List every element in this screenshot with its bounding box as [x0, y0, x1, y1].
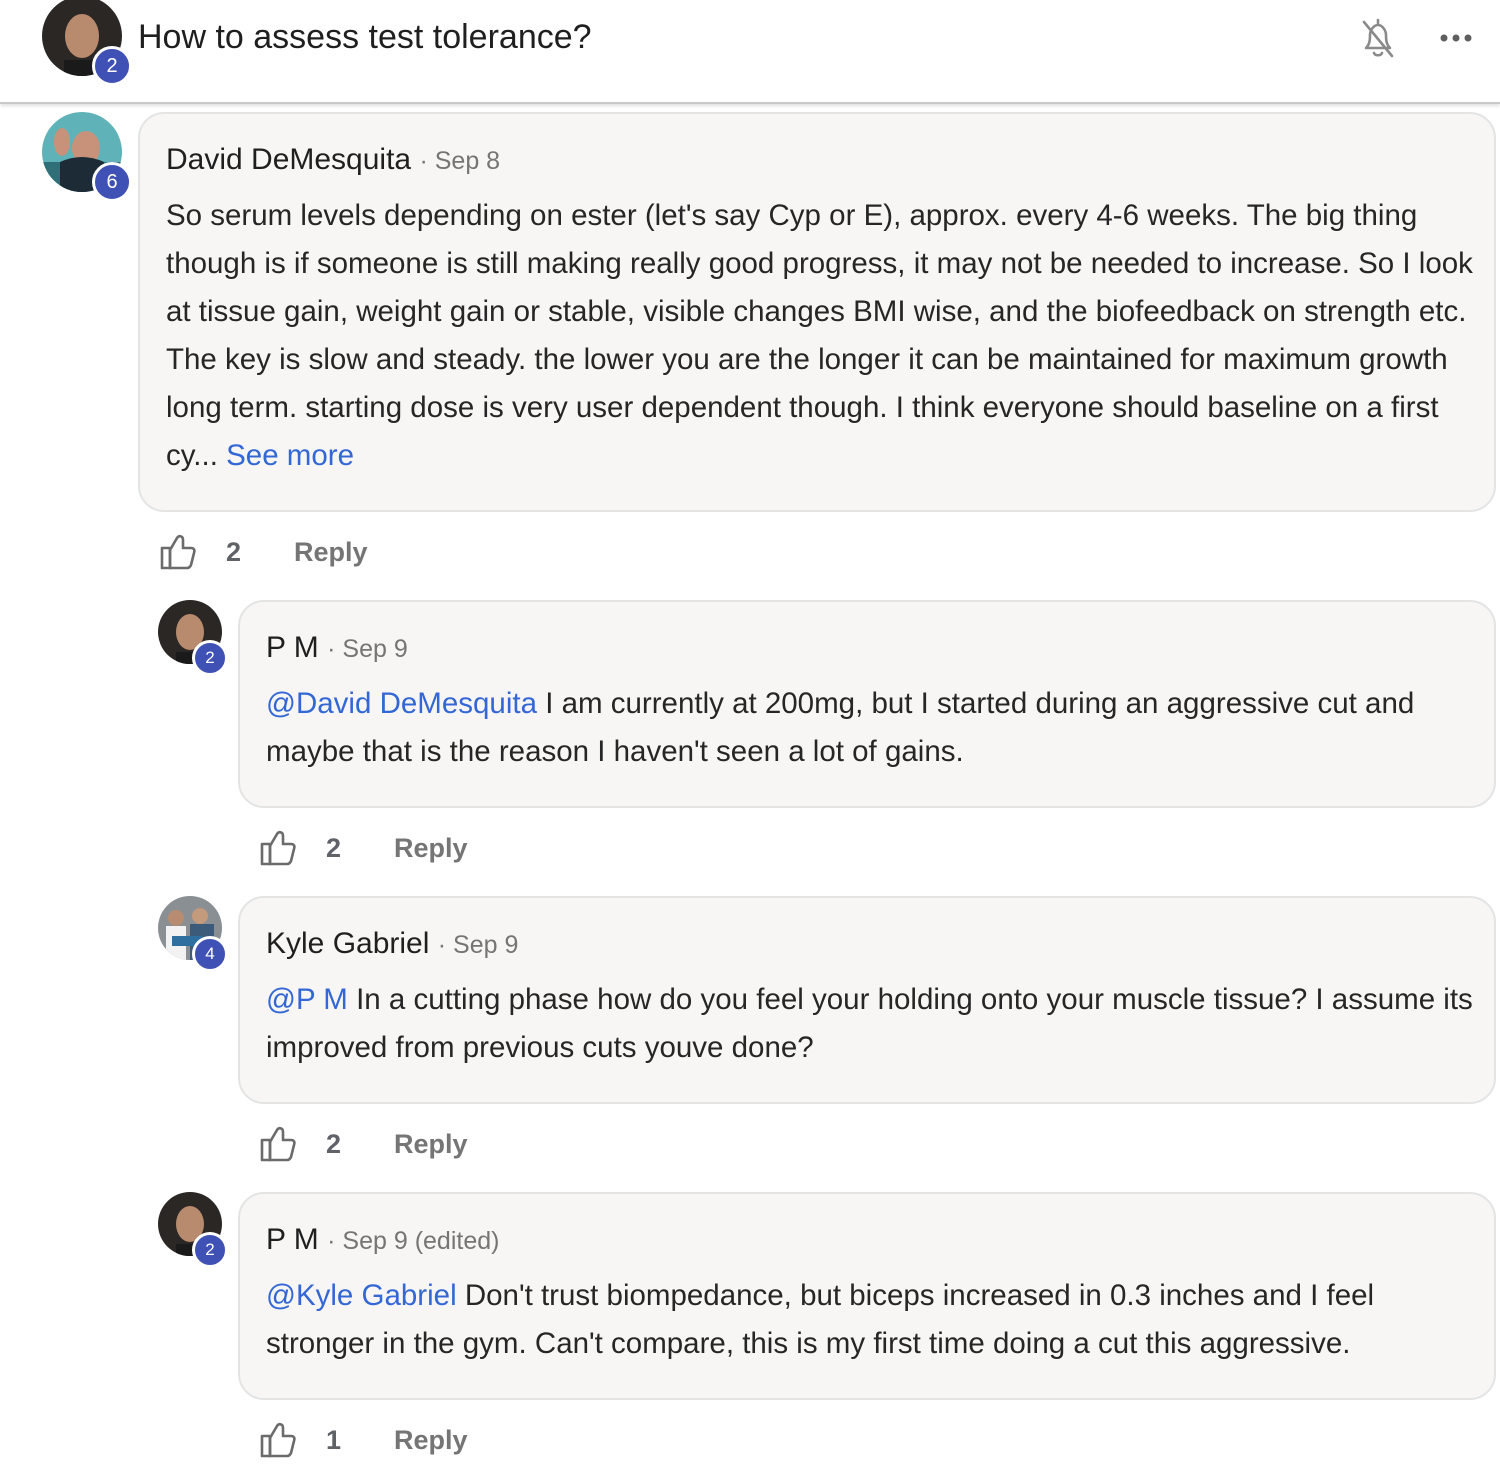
reply-button[interactable]: Reply	[394, 1422, 468, 1458]
reply-button[interactable]: Reply	[294, 534, 368, 570]
more-horizontal-icon[interactable]	[1436, 24, 1476, 52]
author-name[interactable]: P M	[266, 1223, 319, 1256]
like-count: 1	[326, 1425, 342, 1455]
user-mention-link[interactable]: @P M	[266, 983, 348, 1016]
avatar-level-badge: 4	[192, 936, 228, 972]
comment-bubble: David DeMesquita · Sep 8 So serum levels…	[138, 112, 1496, 512]
comment-actions: 1 Reply	[260, 1420, 560, 1464]
comment-body: @David DeMesquita I am currently at 200m…	[266, 680, 1476, 776]
thumbs-up-icon[interactable]	[260, 828, 296, 868]
user-mention-link[interactable]: @Kyle Gabriel	[266, 1279, 457, 1312]
like-count: 2	[226, 537, 242, 567]
reply-bubble: P M · Sep 9 (edited) @Kyle Gabriel Don't…	[238, 1192, 1496, 1400]
comment-actions: 2 Reply	[260, 1124, 560, 1168]
comment-body: So serum levels depending on ester (let'…	[166, 192, 1476, 480]
reply-avatar[interactable]: 4	[158, 896, 228, 972]
thumbs-up-icon[interactable]	[160, 532, 196, 572]
comment-avatar[interactable]: 6	[42, 112, 132, 202]
reply-avatar[interactable]: 2	[158, 1192, 228, 1268]
comment-date: · Sep 9	[437, 931, 519, 959]
comment-actions: 2 Reply	[160, 532, 460, 576]
comment-text: In a cutting phase how do you feel your …	[266, 983, 1473, 1064]
avatar-level-badge: 2	[92, 46, 132, 86]
author-name[interactable]: Kyle Gabriel	[266, 927, 429, 960]
reply-bubble: P M · Sep 9 @David DeMesquita I am curre…	[238, 600, 1496, 808]
author-name[interactable]: David DeMesquita	[166, 143, 411, 176]
see-more-link[interactable]: See more	[226, 439, 354, 472]
comment-header: David DeMesquita · Sep 8	[166, 140, 500, 181]
header-avatar[interactable]: 2	[42, 0, 132, 86]
comment-actions: 2 Reply	[260, 828, 560, 872]
thumbs-up-icon[interactable]	[260, 1124, 296, 1164]
reply-bubble: Kyle Gabriel · Sep 9 @P M In a cutting p…	[238, 896, 1496, 1104]
comment-header: P M · Sep 9 (edited)	[266, 1220, 499, 1261]
avatar-level-badge: 2	[192, 1232, 228, 1268]
bell-off-icon[interactable]	[1358, 16, 1398, 60]
comment-date: · Sep 8	[419, 147, 501, 175]
comment-text: So serum levels depending on ester (let'…	[166, 199, 1473, 472]
comment-header: P M · Sep 9	[266, 628, 408, 669]
reply-avatar[interactable]: 2	[158, 600, 228, 676]
thumbs-up-icon[interactable]	[260, 1420, 296, 1460]
user-mention-link[interactable]: @David DeMesquita	[266, 687, 537, 720]
avatar-level-badge: 6	[92, 162, 132, 202]
reply-button[interactable]: Reply	[394, 1126, 468, 1162]
comment-date: · Sep 9 (edited)	[327, 1227, 500, 1255]
author-name[interactable]: P M	[266, 631, 319, 664]
comment-header: Kyle Gabriel · Sep 9	[266, 924, 518, 965]
comment-body: @Kyle Gabriel Don't trust biompedance, b…	[266, 1272, 1476, 1368]
like-count: 2	[326, 833, 342, 863]
comment-date: · Sep 9	[327, 635, 408, 663]
comment-body: @P M In a cutting phase how do you feel …	[266, 976, 1476, 1072]
page-title: How to assess test tolerance?	[138, 18, 592, 56]
like-count: 2	[326, 1129, 342, 1159]
reply-button[interactable]: Reply	[394, 830, 468, 866]
thread-header: 2 How to assess test tolerance?	[0, 0, 1500, 104]
avatar-level-badge: 2	[192, 640, 228, 676]
